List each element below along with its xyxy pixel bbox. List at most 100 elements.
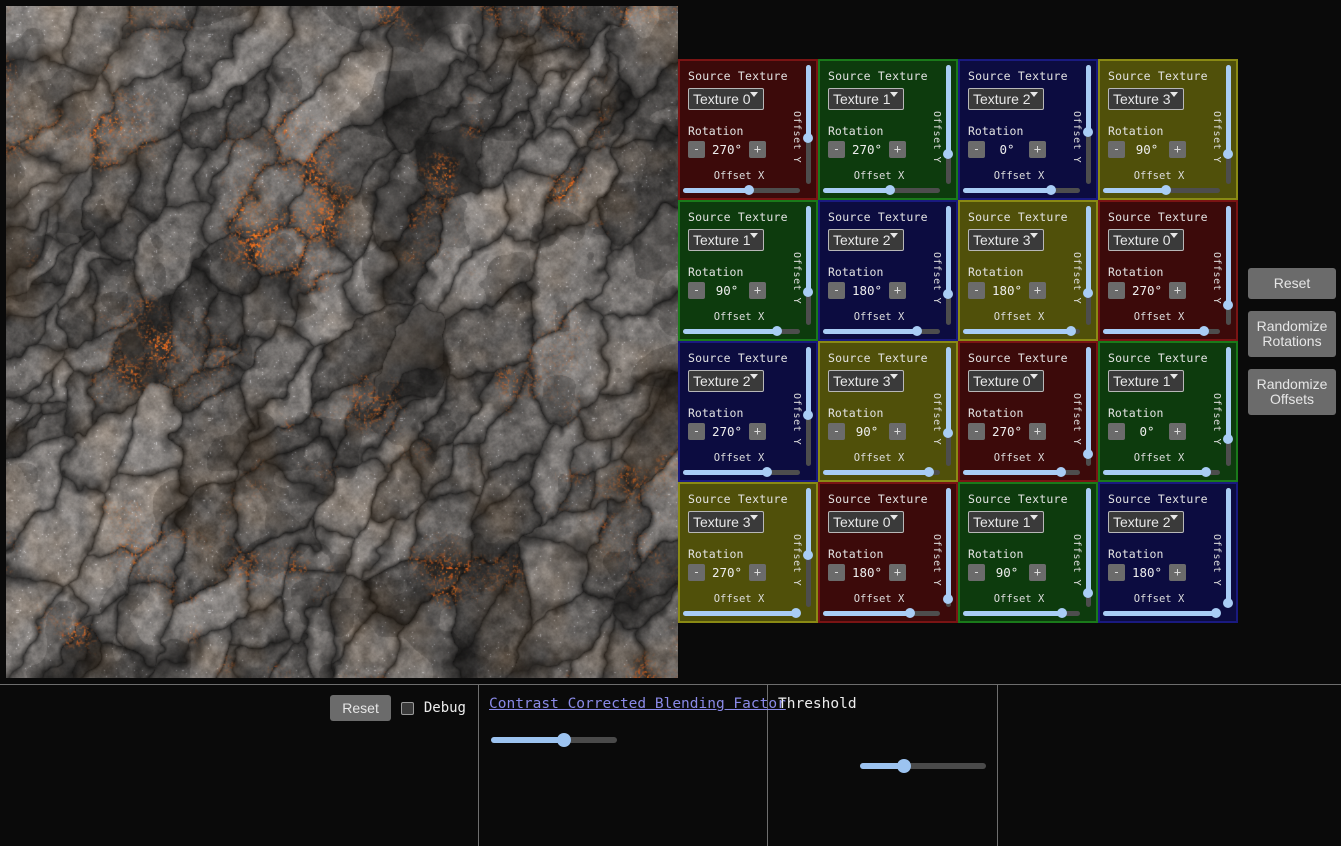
offset-x-slider[interactable] <box>823 326 940 336</box>
offset-y-slider[interactable] <box>803 488 813 607</box>
slider-thumb[interactable] <box>1211 608 1222 618</box>
slider-thumb[interactable] <box>884 185 895 195</box>
rotation-increment-button[interactable]: + <box>749 282 766 299</box>
rotation-decrement-button[interactable]: - <box>1108 282 1125 299</box>
offset-x-slider[interactable] <box>1103 185 1220 195</box>
slider-thumb[interactable] <box>803 549 813 560</box>
source-texture-select[interactable]: Texture 0Texture 1Texture 2Texture 3 <box>1108 229 1184 251</box>
offset-x-slider[interactable] <box>823 608 940 618</box>
source-texture-select[interactable]: Texture 0Texture 1Texture 2Texture 3 <box>828 370 904 392</box>
slider-thumb[interactable] <box>1065 326 1076 336</box>
rotation-decrement-button[interactable]: - <box>828 564 845 581</box>
slider-thumb[interactable] <box>943 427 953 438</box>
offset-y-slider[interactable] <box>1083 65 1093 184</box>
slider-thumb[interactable] <box>803 286 813 297</box>
slider-thumb[interactable] <box>1223 433 1233 444</box>
offset-x-slider[interactable] <box>683 467 800 477</box>
randomize-offsets-button[interactable]: Randomize Offsets <box>1248 369 1336 415</box>
offset-x-slider[interactable] <box>823 185 940 195</box>
slider-thumb[interactable] <box>1057 608 1068 618</box>
slider-thumb[interactable] <box>904 608 915 618</box>
slider-thumb[interactable] <box>911 326 922 336</box>
reset-button[interactable]: Reset <box>1248 268 1336 299</box>
offset-x-slider[interactable] <box>963 467 1080 477</box>
source-texture-select[interactable]: Texture 0Texture 1Texture 2Texture 3 <box>1108 88 1184 110</box>
slider-thumb[interactable] <box>1198 326 1209 336</box>
rotation-increment-button[interactable]: + <box>1029 141 1046 158</box>
offset-y-slider[interactable] <box>803 206 813 325</box>
rotation-decrement-button[interactable]: - <box>968 141 985 158</box>
offset-y-slider[interactable] <box>1083 206 1093 325</box>
offset-y-slider[interactable] <box>1223 65 1233 184</box>
rotation-decrement-button[interactable]: - <box>688 141 705 158</box>
slider-thumb[interactable] <box>1083 587 1093 598</box>
rotation-decrement-button[interactable]: - <box>1108 423 1125 440</box>
rotation-increment-button[interactable]: + <box>1169 423 1186 440</box>
rotation-decrement-button[interactable]: - <box>1108 141 1125 158</box>
rotation-decrement-button[interactable]: - <box>968 423 985 440</box>
source-texture-select[interactable]: Texture 0Texture 1Texture 2Texture 3 <box>968 511 1044 533</box>
rotation-decrement-button[interactable]: - <box>688 423 705 440</box>
rotation-increment-button[interactable]: + <box>1169 141 1186 158</box>
blending-factor-slider[interactable] <box>491 733 617 747</box>
offset-y-slider[interactable] <box>943 488 953 607</box>
offset-y-slider[interactable] <box>1083 347 1093 466</box>
rotation-increment-button[interactable]: + <box>889 282 906 299</box>
rotation-decrement-button[interactable]: - <box>688 564 705 581</box>
blending-factor-label[interactable]: Contrast Corrected Blending Factor <box>489 696 786 712</box>
offset-x-slider[interactable] <box>683 608 802 618</box>
rotation-increment-button[interactable]: + <box>1029 282 1046 299</box>
slider-thumb[interactable] <box>1223 149 1233 160</box>
offset-x-slider[interactable] <box>683 326 800 336</box>
offset-x-slider[interactable] <box>1103 326 1220 336</box>
offset-y-slider[interactable] <box>1223 206 1233 325</box>
source-texture-select[interactable]: Texture 0Texture 1Texture 2Texture 3 <box>1108 370 1184 392</box>
slider-thumb[interactable] <box>771 326 782 336</box>
slider-thumb[interactable] <box>943 289 953 300</box>
rotation-increment-button[interactable]: + <box>1169 282 1186 299</box>
offset-y-slider[interactable] <box>943 347 953 466</box>
offset-x-slider[interactable] <box>683 185 800 195</box>
rotation-increment-button[interactable]: + <box>749 141 766 158</box>
source-texture-select[interactable]: Texture 0Texture 1Texture 2Texture 3 <box>688 88 764 110</box>
source-texture-select[interactable]: Texture 0Texture 1Texture 2Texture 3 <box>968 370 1044 392</box>
rotation-increment-button[interactable]: + <box>749 423 766 440</box>
slider-thumb[interactable] <box>1223 299 1233 310</box>
threshold-slider[interactable] <box>860 759 986 773</box>
texture-preview[interactable] <box>6 6 678 678</box>
rotation-increment-button[interactable]: + <box>889 423 906 440</box>
offset-y-slider[interactable] <box>943 206 953 325</box>
bottom-reset-button[interactable]: Reset <box>330 695 391 721</box>
slider-thumb[interactable] <box>897 759 912 773</box>
rotation-decrement-button[interactable]: - <box>968 564 985 581</box>
slider-thumb[interactable] <box>1045 185 1056 195</box>
source-texture-select[interactable]: Texture 0Texture 1Texture 2Texture 3 <box>828 511 904 533</box>
offset-y-slider[interactable] <box>803 347 813 466</box>
offset-x-slider[interactable] <box>823 467 940 477</box>
rotation-decrement-button[interactable]: - <box>1108 564 1125 581</box>
rotation-increment-button[interactable]: + <box>889 564 906 581</box>
offset-x-slider[interactable] <box>963 608 1080 618</box>
offset-x-slider[interactable] <box>1103 467 1220 477</box>
rotation-decrement-button[interactable]: - <box>688 282 705 299</box>
offset-y-slider[interactable] <box>943 65 953 184</box>
slider-thumb[interactable] <box>803 409 813 420</box>
offset-y-slider[interactable] <box>1083 488 1093 607</box>
offset-y-slider[interactable] <box>1223 488 1233 609</box>
slider-thumb[interactable] <box>803 132 813 143</box>
offset-x-slider[interactable] <box>963 326 1080 336</box>
source-texture-select[interactable]: Texture 0Texture 1Texture 2Texture 3 <box>1108 511 1184 533</box>
offset-y-slider[interactable] <box>803 65 813 184</box>
source-texture-select[interactable]: Texture 0Texture 1Texture 2Texture 3 <box>688 511 764 533</box>
slider-thumb[interactable] <box>924 467 935 477</box>
source-texture-select[interactable]: Texture 0Texture 1Texture 2Texture 3 <box>688 370 764 392</box>
slider-thumb[interactable] <box>1161 185 1172 195</box>
slider-thumb[interactable] <box>557 733 572 747</box>
offset-x-slider[interactable] <box>963 185 1080 195</box>
source-texture-select[interactable]: Texture 0Texture 1Texture 2Texture 3 <box>968 88 1044 110</box>
texture-preview-canvas[interactable] <box>6 6 678 678</box>
slider-thumb[interactable] <box>1223 598 1233 609</box>
rotation-decrement-button[interactable]: - <box>968 282 985 299</box>
source-texture-select[interactable]: Texture 0Texture 1Texture 2Texture 3 <box>968 229 1044 251</box>
source-texture-select[interactable]: Texture 0Texture 1Texture 2Texture 3 <box>828 88 904 110</box>
